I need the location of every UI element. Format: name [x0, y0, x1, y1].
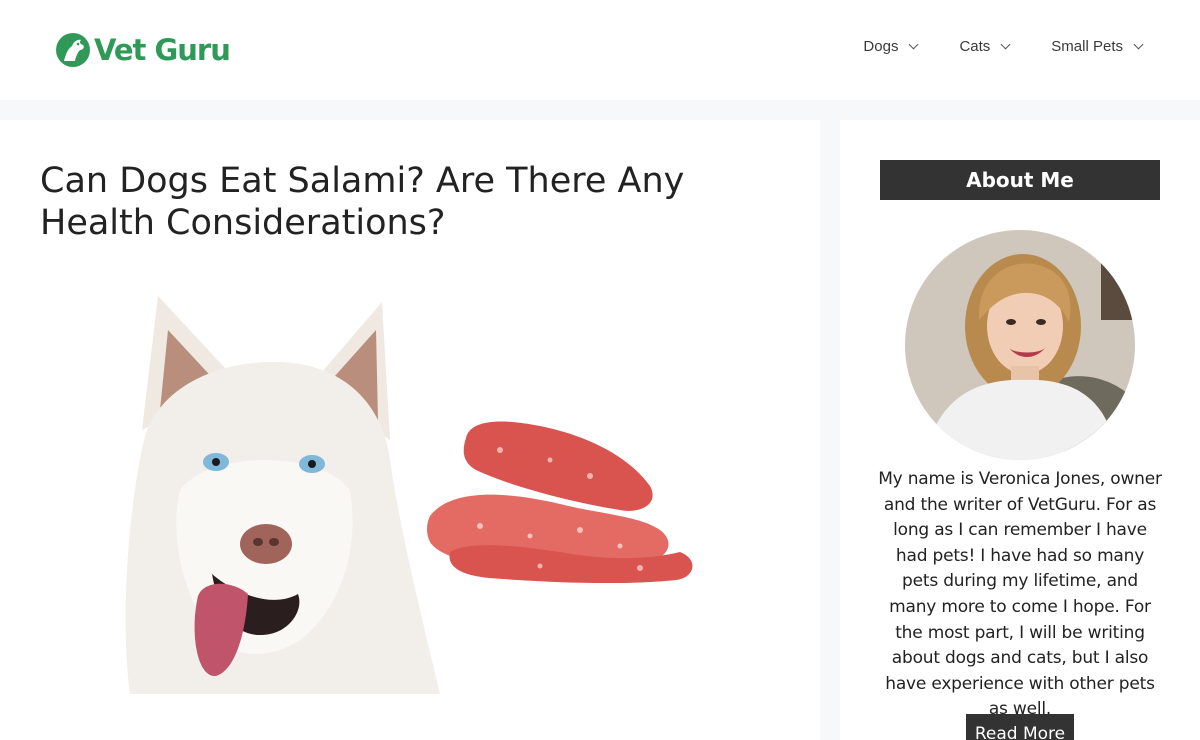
dog-head-logo-icon	[56, 33, 90, 67]
author-avatar	[905, 230, 1135, 460]
about-text: My name is Veronica Jones, owner and the…	[878, 469, 1162, 720]
sidebar: About Me My name is Veronica Jones, owne…	[840, 120, 1200, 740]
site-logo[interactable]: Vet Guru	[54, 30, 231, 70]
nav-item-small-pets[interactable]: Small Pets	[1051, 38, 1144, 55]
salami-illustration	[427, 421, 693, 584]
nav-label: Dogs	[863, 38, 899, 55]
chevron-down-icon	[1133, 39, 1144, 49]
widget-title: About Me	[880, 160, 1160, 200]
nav-label: Small Pets	[1051, 38, 1123, 55]
logo-text: Vet Guru	[94, 33, 231, 67]
husky-dog-illustration	[125, 296, 440, 694]
post-title: Can Dogs Eat Salami? Are There Any Healt…	[40, 161, 685, 243]
nav-item-cats[interactable]: Cats	[959, 38, 1011, 55]
chevron-down-icon	[1000, 39, 1011, 49]
featured-image	[125, 296, 693, 694]
chevron-down-icon	[909, 39, 919, 49]
site-header: Vet Guru Dogs Cats Small Pets	[0, 0, 1200, 100]
nav-label: Cats	[959, 38, 991, 55]
article-content: Can Dogs Eat Salami? Are There Any Healt…	[0, 120, 820, 740]
excerpt-text-cutoff	[40, 734, 660, 740]
read-more-button[interactable]: Read More	[966, 714, 1074, 740]
author-photo	[905, 230, 1135, 460]
main-nav: Dogs Cats Small Pets	[821, 38, 1144, 55]
nav-item-dogs[interactable]: Dogs	[863, 38, 919, 55]
